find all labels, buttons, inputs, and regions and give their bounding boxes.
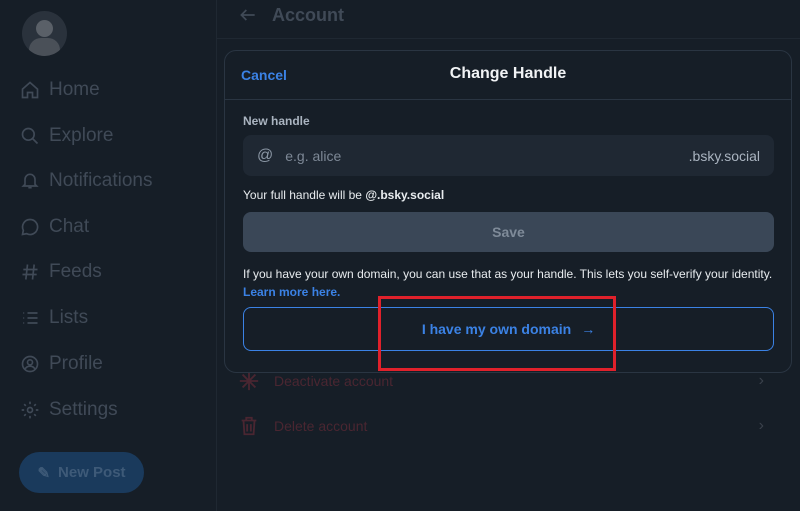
learn-more-link[interactable]: Learn more here. bbox=[243, 285, 340, 299]
sidebar-item-notifications[interactable]: Notifications bbox=[20, 167, 153, 195]
save-button[interactable]: Save bbox=[243, 212, 774, 252]
chevron-right-icon: › bbox=[758, 417, 764, 434]
handle-input-field[interactable]: @ .bsky.social bbox=[243, 135, 774, 176]
avatar-body bbox=[29, 38, 60, 56]
sidebar-item-label: Explore bbox=[49, 125, 114, 146]
handle-input[interactable] bbox=[283, 146, 689, 165]
search-icon bbox=[21, 127, 39, 145]
avatar[interactable] bbox=[22, 11, 67, 56]
at-sign-icon: @ bbox=[257, 146, 274, 164]
info-text: If you have your own domain, you can use… bbox=[243, 267, 773, 281]
new-post-button[interactable]: ✎ New Post bbox=[19, 452, 144, 493]
header-divider bbox=[217, 38, 800, 39]
sidebar-item-label: Lists bbox=[49, 307, 89, 328]
sidebar-divider bbox=[216, 0, 217, 511]
back-arrow-icon[interactable] bbox=[238, 5, 258, 25]
sidebar-item-label: Profile bbox=[49, 353, 103, 374]
sidebar-item-lists[interactable]: Lists bbox=[20, 304, 88, 332]
sidebar-item-label: Feeds bbox=[49, 261, 102, 282]
sidebar-item-profile[interactable]: Profile bbox=[20, 350, 103, 378]
bell-icon bbox=[21, 173, 39, 189]
delete-label: Delete account bbox=[274, 418, 368, 434]
list-icon bbox=[23, 312, 38, 324]
full-handle-prefix: Your full handle will be bbox=[243, 188, 366, 202]
avatar-head bbox=[36, 20, 53, 37]
page-header: Account bbox=[238, 0, 344, 30]
home-icon bbox=[21, 81, 39, 99]
deactivate-label: Deactivate account bbox=[274, 373, 394, 389]
sidebar-item-feeds[interactable]: Feeds bbox=[20, 258, 102, 286]
gear-icon bbox=[21, 401, 39, 419]
sidebar-item-settings[interactable]: Settings bbox=[20, 396, 118, 424]
trash-icon bbox=[238, 415, 260, 437]
sidebar-item-chat[interactable]: Chat bbox=[20, 213, 89, 241]
delete-account-row[interactable]: Delete account › bbox=[238, 411, 778, 441]
sidebar-item-explore[interactable]: Explore bbox=[20, 122, 113, 150]
chevron-right-icon: › bbox=[758, 372, 764, 389]
profile-icon bbox=[21, 355, 39, 373]
sidebar-item-label: Settings bbox=[49, 399, 118, 420]
sidebar-item-label: Notifications bbox=[49, 170, 153, 191]
sidebar-item-label: Home bbox=[49, 79, 100, 100]
handle-suffix: .bsky.social bbox=[688, 147, 760, 164]
new-post-label: New Post bbox=[58, 464, 126, 481]
dialog-title: Change Handle bbox=[449, 65, 567, 82]
hash-icon bbox=[22, 264, 38, 280]
snowflake-icon bbox=[238, 370, 260, 392]
new-handle-label: New handle bbox=[243, 114, 310, 128]
sidebar-item-label: Chat bbox=[49, 216, 90, 237]
full-handle-preview: Your full handle will be @.bsky.social bbox=[243, 188, 444, 202]
annotation-highlight-box bbox=[378, 296, 616, 371]
dialog-header: Cancel Change Handle bbox=[225, 51, 791, 100]
full-handle-value: @.bsky.social bbox=[365, 188, 445, 202]
chat-icon bbox=[21, 218, 39, 236]
edit-icon: ✎ bbox=[37, 464, 51, 482]
sidebar-item-home[interactable]: Home bbox=[20, 76, 100, 104]
page-title: Account bbox=[272, 4, 344, 25]
